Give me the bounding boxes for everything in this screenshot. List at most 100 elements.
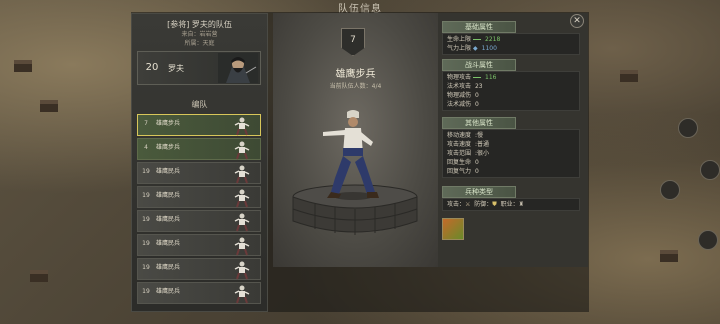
attribute-value: :慢 xyxy=(474,132,483,139)
attribute-value: 0 xyxy=(474,159,479,166)
unit-type-row: 攻击：⚔ 防御：⛊ 职业：♜ xyxy=(442,198,580,211)
map-building xyxy=(620,70,638,82)
attribute-row: 法术攻击 23 xyxy=(447,82,575,91)
unit-figure-icon xyxy=(234,117,250,136)
leader-portrait xyxy=(218,53,258,83)
attribute-value: :普通 xyxy=(474,141,489,148)
shield-icon: ⛊ xyxy=(492,201,497,208)
attribute-value: 2218 xyxy=(485,36,501,43)
unit-name: 雄鹰民兵 xyxy=(156,192,181,199)
attribute-label: 法术减伤 xyxy=(447,101,472,108)
attribute-row: 物理减伤 0 xyxy=(447,91,575,100)
unit-level-badge: 7 xyxy=(341,28,365,56)
unit-figure-icon xyxy=(234,141,250,160)
leader-level: 20 xyxy=(145,62,159,73)
job-type-label: 职业： xyxy=(500,201,519,208)
unit-row[interactable]: 19 雄鹰民兵 xyxy=(137,162,261,184)
unit-type-title: 兵种类型 xyxy=(442,186,516,198)
unit-row[interactable]: 7 雄鹰步兵 xyxy=(137,114,261,136)
attribute-value: 0 xyxy=(474,101,479,108)
combat-attributes-title: 战斗属性 xyxy=(442,59,516,71)
attribute-row: 攻击范围 :很小 xyxy=(447,149,575,158)
attribute-label: 气力上限 xyxy=(447,45,472,52)
unit-level: 19 xyxy=(142,240,150,247)
unit-name: 雄鹰民兵 xyxy=(156,288,181,295)
unit-row[interactable]: 19 雄鹰民兵 xyxy=(137,234,261,256)
map-building xyxy=(660,250,678,262)
troop-count: 当前队伍人数：4/4 xyxy=(329,83,382,90)
attribute-label: 物理攻击 xyxy=(447,74,472,81)
attribute-value: 0 xyxy=(474,92,479,99)
map-action-button[interactable] xyxy=(678,118,698,138)
formation-label: 编队 xyxy=(191,100,208,109)
job-icon: ♜ xyxy=(518,201,524,208)
basic-attributes: 基础属性 生命上限 2218 气力上限 ◆ 1100 xyxy=(442,21,580,55)
attribute-label: 生命上限 xyxy=(447,36,472,43)
attribute-value: 23 xyxy=(474,83,483,90)
attribute-value: 1100 xyxy=(481,45,497,52)
basic-attributes-list: 生命上限 2218 气力上限 ◆ 1100 xyxy=(442,33,580,55)
attribute-label: 移动速度 xyxy=(447,132,472,139)
unit-name: 雄鹰步兵 xyxy=(335,69,376,80)
unit-row[interactable]: 4 雄鹰步兵 xyxy=(137,138,261,160)
map-action-button[interactable] xyxy=(698,230,718,250)
unit-level: 19 xyxy=(142,288,150,295)
attack-type-label: 攻击： xyxy=(447,201,466,208)
other-attributes-title: 其他属性 xyxy=(442,117,516,129)
attribute-row: 生命上限 2218 xyxy=(447,35,575,44)
attribute-row: 法术减伤 0 xyxy=(447,100,575,109)
attribute-label: 攻击范围 xyxy=(447,150,472,157)
map-action-button[interactable] xyxy=(660,180,680,200)
team-panel: [参将] 罗夫的队伍 来自：岩岩营 所属：天庭 20 罗夫 编队 7 雄鹰步兵 4 雄… xyxy=(131,13,268,312)
unit-row[interactable]: 19 雄鹰民兵 xyxy=(137,258,261,280)
unit-level: 4 xyxy=(144,144,148,151)
attribute-label: 攻击速度 xyxy=(447,141,472,148)
attribute-row: 攻击速度 :普通 xyxy=(447,140,575,149)
unit-row[interactable]: 19 雄鹰民兵 xyxy=(137,210,261,232)
attribute-row: 气力上限 ◆ 1100 xyxy=(447,44,575,53)
unit-figure-icon xyxy=(234,189,250,208)
unit-row[interactable]: 19 雄鹰民兵 xyxy=(137,282,261,304)
unit-name: 雄鹰民兵 xyxy=(156,168,181,175)
unit-name: 雄鹰步兵 xyxy=(156,120,181,127)
skill-icon[interactable] xyxy=(442,218,464,240)
team-source: 来自：岩岩营 xyxy=(181,31,218,38)
unit-name: 雄鹰步兵 xyxy=(156,144,181,151)
sword-icon: ⚔ xyxy=(465,201,471,208)
attribute-label: 回复生命 xyxy=(447,159,472,166)
unit-level: 19 xyxy=(142,264,150,271)
unit-row[interactable]: 19 雄鹰民兵 xyxy=(137,186,261,208)
map-building xyxy=(14,60,32,72)
unit-name: 雄鹰民兵 xyxy=(156,216,181,223)
attribute-row: 移动速度 :慢 xyxy=(447,131,575,140)
attribute-label: 法术攻击 xyxy=(447,83,472,90)
unit-preview: 7 雄鹰步兵 当前队伍人数：4/4 xyxy=(273,13,438,267)
leader-card[interactable]: 20 罗夫 xyxy=(137,51,261,85)
map-action-button[interactable] xyxy=(700,160,720,180)
defense-type-label: 防御： xyxy=(474,201,493,208)
attribute-row: 物理攻击 116 xyxy=(447,73,575,82)
unit-level: 7 xyxy=(144,120,148,127)
team-affiliation: 所属：天庭 xyxy=(184,40,215,47)
attribute-value: 0 xyxy=(474,168,479,175)
attribute-label: 回复气力 xyxy=(447,168,472,175)
combat-attributes: 战斗属性 物理攻击 116 法术攻击 23 物理减伤 0 法术减伤 0 xyxy=(442,59,580,111)
basic-attributes-title: 基础属性 xyxy=(442,21,516,33)
attribute-row: 回复气力 0 xyxy=(447,167,575,176)
team-title: [参将] 罗夫的队伍 xyxy=(167,20,232,29)
unit-figure-icon xyxy=(234,213,250,232)
unit-level: 19 xyxy=(142,216,150,223)
unit-type: 兵种类型 攻击：⚔ 防御：⛊ 职业：♜ xyxy=(442,186,580,211)
unit-name: 雄鹰民兵 xyxy=(156,264,181,271)
other-attributes: 其他属性 移动速度 :慢 攻击速度 :普通 攻击范围 :很小 回复生命 0 回复气力 0 xyxy=(442,117,580,178)
unit-figure-icon xyxy=(234,261,250,280)
attribute-label: 物理减伤 xyxy=(447,92,472,99)
unit-name: 雄鹰民兵 xyxy=(156,240,181,247)
increase-bar xyxy=(473,39,482,40)
unit-figure-icon xyxy=(234,165,250,184)
attribute-value: :很小 xyxy=(474,150,489,157)
map-building xyxy=(40,100,58,112)
close-icon[interactable]: ✕ xyxy=(570,14,584,28)
unit-level: 19 xyxy=(142,168,150,175)
map-building xyxy=(30,270,48,282)
